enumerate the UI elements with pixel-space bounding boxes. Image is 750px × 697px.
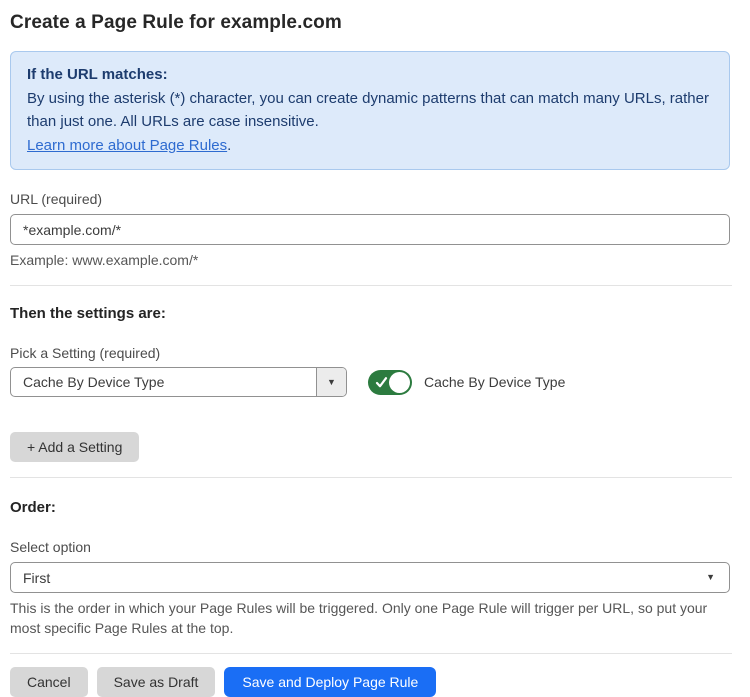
chevron-down-icon: ▼	[706, 573, 715, 582]
order-heading: Order:	[10, 499, 740, 516]
setting-toggle[interactable]	[368, 370, 412, 395]
order-helper: This is the order in which your Page Rul…	[10, 598, 732, 638]
add-setting-button[interactable]: + Add a Setting	[10, 432, 139, 462]
chevron-down-icon: ▼	[327, 378, 336, 387]
order-select-value: First	[23, 570, 50, 586]
divider	[10, 653, 732, 654]
action-button-row: Cancel Save as Draft Save and Deploy Pag…	[10, 667, 740, 697]
pick-setting-label: Pick a Setting (required)	[10, 345, 740, 361]
info-box-link-line: Learn more about Page Rules.	[27, 134, 713, 158]
url-input[interactable]	[10, 214, 730, 245]
select-option-label: Select option	[10, 539, 740, 555]
url-helper: Example: www.example.com/*	[10, 252, 740, 268]
check-icon	[375, 376, 388, 389]
divider	[10, 477, 732, 478]
link-suffix: .	[227, 137, 231, 154]
info-box-body: By using the asterisk (*) character, you…	[27, 87, 713, 134]
setting-toggle-label: Cache By Device Type	[424, 374, 565, 390]
create-page-rule-form: Create a Page Rule for example.com If th…	[0, 0, 750, 697]
setting-dropdown-arrow-button[interactable]: ▼	[316, 368, 346, 396]
page-title: Create a Page Rule for example.com	[10, 12, 740, 34]
setting-dropdown-value: Cache By Device Type	[11, 374, 316, 390]
divider	[10, 285, 732, 286]
settings-heading: Then the settings are:	[10, 305, 740, 322]
save-draft-button[interactable]: Save as Draft	[97, 667, 216, 697]
setting-dropdown[interactable]: Cache By Device Type ▼	[10, 367, 347, 397]
learn-more-link[interactable]: Learn more about Page Rules	[27, 137, 227, 154]
cancel-button[interactable]: Cancel	[10, 667, 88, 697]
order-select[interactable]: First ▼	[10, 562, 730, 593]
url-match-info-box: If the URL matches: By using the asteris…	[10, 51, 730, 170]
setting-row: Cache By Device Type ▼ Cache By Device T…	[10, 367, 740, 397]
info-box-heading: If the URL matches:	[27, 63, 713, 87]
url-label: URL (required)	[10, 191, 740, 207]
toggle-knob	[389, 372, 410, 393]
save-deploy-button[interactable]: Save and Deploy Page Rule	[224, 667, 436, 697]
